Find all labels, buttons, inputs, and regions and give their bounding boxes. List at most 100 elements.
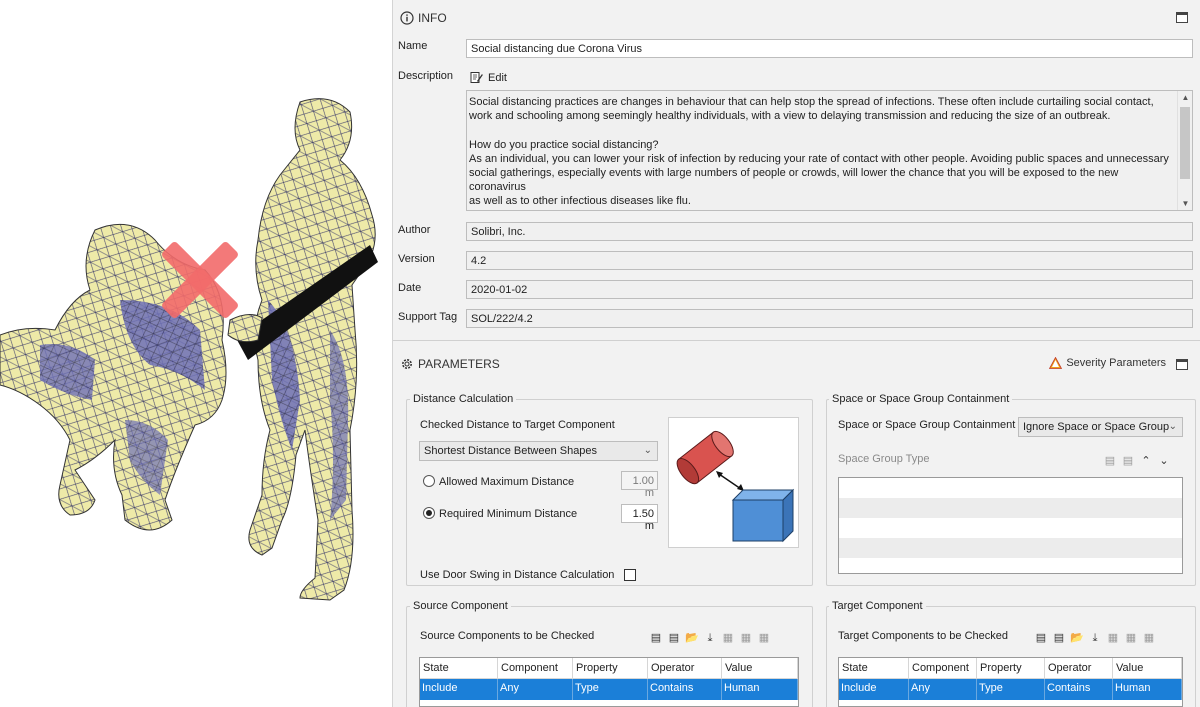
- door-swing-label: Use Door Swing in Distance Calculation: [420, 569, 615, 581]
- version-field[interactable]: 4.2: [466, 251, 1193, 270]
- column-header[interactable]: Value: [1113, 658, 1182, 679]
- name-label: Name: [398, 40, 428, 52]
- table-row[interactable]: Include Any Type Contains Human: [420, 679, 798, 700]
- description-text: Social distancing practices are changes …: [469, 96, 1169, 210]
- table-cell: Human: [722, 679, 798, 700]
- section-divider: [393, 340, 1200, 341]
- clipboard-icon[interactable]: ▦: [721, 632, 735, 645]
- description-label: Description: [398, 70, 454, 82]
- checked-distance-value: Shortest Distance Between Shapes: [424, 445, 598, 457]
- column-header[interactable]: State: [839, 658, 909, 679]
- space-group-toolbar: ▤ ▤ ⌃ ⌄: [1103, 455, 1171, 468]
- add-row-icon[interactable]: ▤: [1103, 455, 1117, 468]
- chevron-down-icon[interactable]: ⌄: [1157, 455, 1171, 468]
- table-cell: Contains: [648, 679, 722, 700]
- warning-triangle-icon: [1049, 356, 1063, 369]
- clipboard-icon[interactable]: ▦: [1142, 632, 1156, 645]
- space-group-title: Space or Space Group Containment: [829, 393, 1013, 405]
- open-folder-icon[interactable]: 📂: [1070, 632, 1084, 645]
- space-containment-value: Ignore Space or Space Group: [1023, 421, 1170, 433]
- gear-icon: [400, 357, 414, 371]
- source-group-title: Source Component: [410, 600, 511, 612]
- space-group-type-label: Space Group Type: [838, 453, 930, 465]
- table-header: State Component Property Operator Value: [420, 658, 798, 679]
- version-label: Version: [398, 253, 435, 265]
- space-group-type-list[interactable]: [838, 477, 1183, 574]
- chevron-down-icon: ⌄: [1168, 421, 1177, 432]
- human-mesh-illustration: [0, 0, 392, 707]
- column-header[interactable]: Property: [573, 658, 648, 679]
- info-header: INFO: [393, 4, 1200, 32]
- description-scrollbar[interactable]: ▲ ▼: [1177, 91, 1192, 210]
- distance-group-title: Distance Calculation: [410, 393, 517, 405]
- edit-button[interactable]: Edit: [470, 71, 507, 84]
- name-field[interactable]: Social distancing due Corona Virus: [466, 39, 1193, 58]
- allowed-max-label: Allowed Maximum Distance: [439, 476, 575, 488]
- column-header[interactable]: Value: [722, 658, 798, 679]
- date-label: Date: [398, 282, 422, 294]
- table-header: State Component Property Operator Value: [839, 658, 1182, 679]
- target-group-title: Target Component: [829, 600, 926, 612]
- add-component-icon[interactable]: ▤: [1034, 632, 1048, 645]
- scroll-up-icon[interactable]: ▲: [1181, 93, 1190, 102]
- allowed-max-radio[interactable]: [423, 475, 435, 487]
- table-cell: Type: [573, 679, 648, 700]
- checked-distance-label: Checked Distance to Target Component: [420, 419, 615, 431]
- table-cell: Human: [1113, 679, 1182, 700]
- target-toolbar: ▤ ▤ 📂 ⤓ ▦ ▦ ▦: [1034, 632, 1156, 645]
- column-header[interactable]: Component: [909, 658, 977, 679]
- maximize-icon[interactable]: [1176, 12, 1188, 23]
- remove-row-icon[interactable]: ▤: [1121, 455, 1135, 468]
- support-tag-label: Support Tag: [398, 311, 458, 323]
- add-component-icon[interactable]: ▤: [649, 632, 663, 645]
- info-title: INFO: [418, 11, 447, 25]
- chevron-down-icon: ⌄: [643, 445, 652, 456]
- space-containment-select[interactable]: Ignore Space or Space Group ⌄: [1018, 417, 1183, 437]
- clipboard-icon[interactable]: ▦: [757, 632, 771, 645]
- clipboard-icon[interactable]: ▦: [1106, 632, 1120, 645]
- checked-distance-select[interactable]: Shortest Distance Between Shapes ⌄: [419, 441, 658, 461]
- maximize-icon[interactable]: [1176, 359, 1188, 370]
- clipboard-icon[interactable]: ▦: [1124, 632, 1138, 645]
- table-cell: Any: [909, 679, 977, 700]
- required-min-label: Required Minimum Distance: [439, 508, 578, 520]
- table-cell: Include: [839, 679, 909, 700]
- rule-properties-panel: INFO Name Social distancing due Corona V…: [392, 0, 1200, 707]
- mesh-figures: [0, 98, 378, 601]
- required-min-input[interactable]: 1.50 m: [621, 504, 658, 532]
- source-list-label: Source Components to be Checked: [420, 630, 595, 642]
- author-label: Author: [398, 224, 431, 236]
- open-folder-icon[interactable]: 📂: [685, 632, 699, 645]
- distance-diagram: [668, 417, 799, 548]
- description-textarea[interactable]: Social distancing practices are changes …: [466, 90, 1193, 211]
- support-tag-field[interactable]: SOL/222/4.2: [466, 309, 1193, 328]
- scroll-thumb[interactable]: [1180, 107, 1190, 179]
- target-list-label: Target Components to be Checked: [838, 630, 1008, 642]
- remove-component-icon[interactable]: ▤: [667, 632, 681, 645]
- edit-label: Edit: [488, 71, 507, 84]
- column-header[interactable]: Operator: [648, 658, 722, 679]
- allowed-max-input[interactable]: 1.00 m: [621, 471, 658, 499]
- space-containment-label: Space or Space Group Containment: [838, 419, 1016, 431]
- chevron-up-icon[interactable]: ⌃: [1139, 455, 1153, 468]
- remove-component-icon[interactable]: ▤: [1052, 632, 1066, 645]
- parameters-title: PARAMETERS: [418, 357, 500, 371]
- required-min-radio[interactable]: [423, 507, 435, 519]
- clipboard-icon[interactable]: ▦: [739, 632, 753, 645]
- date-field[interactable]: 2020-01-02: [466, 280, 1193, 299]
- severity-label: Severity Parameters: [1066, 357, 1166, 369]
- table-row[interactable]: Include Any Type Contains Human: [839, 679, 1182, 700]
- column-header[interactable]: Property: [977, 658, 1045, 679]
- table-cell: Include: [420, 679, 498, 700]
- column-header[interactable]: Operator: [1045, 658, 1113, 679]
- column-header[interactable]: Component: [498, 658, 573, 679]
- target-components-table[interactable]: State Component Property Operator Value …: [838, 657, 1183, 707]
- author-field[interactable]: Solibri, Inc.: [466, 222, 1193, 241]
- download-icon[interactable]: ⤓: [703, 632, 717, 645]
- column-header[interactable]: State: [420, 658, 498, 679]
- door-swing-checkbox[interactable]: [624, 569, 636, 581]
- download-icon[interactable]: ⤓: [1088, 632, 1102, 645]
- scroll-down-icon[interactable]: ▼: [1181, 199, 1190, 208]
- source-components-table[interactable]: State Component Property Operator Value …: [419, 657, 799, 707]
- severity-parameters-button[interactable]: Severity Parameters: [1049, 356, 1166, 369]
